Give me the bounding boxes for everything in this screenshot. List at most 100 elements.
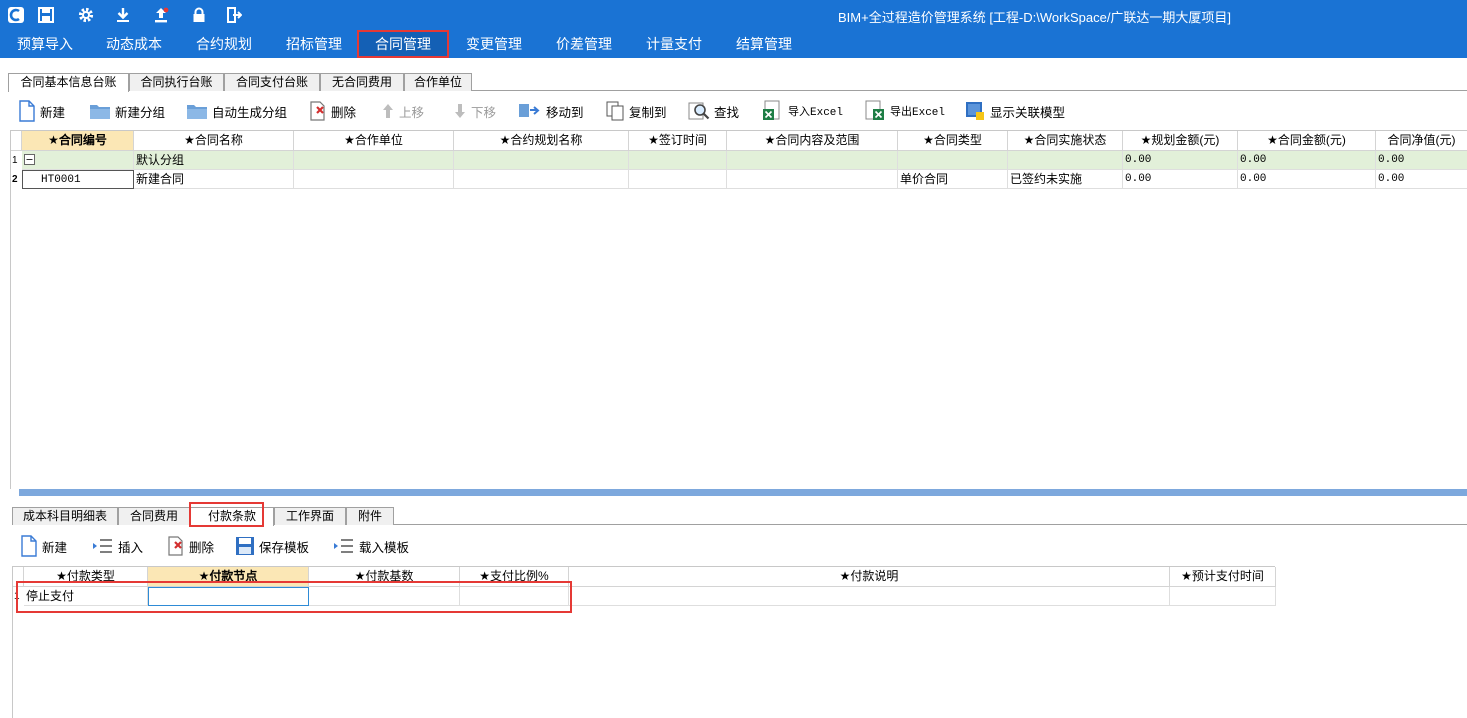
insert-term-button[interactable]: 插入: [92, 532, 143, 560]
table-cell[interactable]: [460, 587, 569, 606]
menu-contract-management[interactable]: 合同管理: [357, 30, 449, 58]
show-linked-model-button[interactable]: 显示关联模型: [964, 97, 1065, 125]
load-template-button[interactable]: 载入模板: [333, 532, 409, 560]
col-header-payment-type[interactable]: ★付款类型: [24, 567, 148, 587]
table-cell[interactable]: [569, 587, 1170, 606]
tab-partner-units[interactable]: 合作单位: [404, 73, 472, 91]
table-cell[interactable]: [294, 170, 454, 189]
menu-tender-management[interactable]: 招标管理: [286, 30, 342, 58]
table-cell[interactable]: [629, 170, 727, 189]
delete-term-button[interactable]: 删除: [167, 532, 214, 560]
menu-contract-planning[interactable]: 合约规划: [196, 30, 252, 58]
table-cell[interactable]: 已签约未实施: [1008, 170, 1123, 189]
table-cell[interactable]: [454, 170, 629, 189]
col-header-contract-plan-name[interactable]: ★合约规划名称: [454, 131, 629, 151]
table-cell[interactable]: 0.00: [1238, 151, 1376, 170]
col-header-contract-no[interactable]: ★合同编号: [22, 131, 134, 151]
tab-payment-terms[interactable]: 付款条款: [190, 507, 274, 526]
delete-button[interactable]: 删除: [309, 97, 356, 125]
new-button[interactable]: 新建: [18, 97, 65, 125]
app-window: BIM+全过程造价管理系统 [工程-D:\WorkSpace/广联达一期大厦项目…: [0, 0, 1467, 718]
new-term-button[interactable]: 新建: [20, 532, 67, 560]
col-header-contract-net-value[interactable]: 合同净值(元): [1376, 131, 1467, 151]
table-cell[interactable]: 0.00: [1123, 151, 1238, 170]
col-header-contract-amount[interactable]: ★合同金额(元): [1238, 131, 1376, 151]
main-menu-bar: 预算导入 动态成本 合约规划 招标管理 合同管理 变更管理 价差管理 计量支付 …: [0, 30, 1467, 58]
panel-splitter[interactable]: [19, 489, 1467, 496]
move-down-button[interactable]: 下移: [453, 97, 496, 125]
table-cell[interactable]: 0.00: [1123, 170, 1238, 189]
folder-icon: [90, 105, 110, 119]
table-cell[interactable]: [294, 151, 454, 170]
tab-non-contract-cost[interactable]: 无合同费用: [320, 73, 404, 91]
menu-measurement-payment[interactable]: 计量支付: [646, 30, 702, 58]
table-cell[interactable]: 0.00: [1376, 170, 1467, 189]
find-button[interactable]: 查找: [688, 97, 739, 125]
col-header-expected-payment-date[interactable]: ★预计支付时间: [1170, 567, 1276, 587]
save-icon[interactable]: [36, 5, 56, 25]
menu-dynamic-cost[interactable]: 动态成本: [106, 30, 162, 58]
gear-icon[interactable]: [76, 5, 96, 25]
move-to-button[interactable]: 移动到: [518, 97, 584, 125]
col-header-contract-name[interactable]: ★合同名称: [134, 131, 294, 151]
tab-contract-payment-ledger[interactable]: 合同支付台账: [224, 73, 320, 91]
collapse-icon[interactable]: [24, 154, 35, 165]
col-header-partner-unit[interactable]: ★合作单位: [294, 131, 454, 151]
table-cell[interactable]: [454, 151, 629, 170]
table-cell-selected[interactable]: HT0001: [22, 170, 134, 189]
table-cell[interactable]: [727, 170, 898, 189]
tab-contract-basic-ledger[interactable]: 合同基本信息台账: [8, 73, 129, 92]
menu-change-management[interactable]: 变更管理: [466, 30, 522, 58]
move-up-icon: [383, 104, 393, 118]
tab-cost-subject-detail[interactable]: 成本科目明细表: [12, 507, 118, 525]
exit-icon[interactable]: [224, 5, 244, 25]
col-header-contract-scope[interactable]: ★合同内容及范围: [727, 131, 898, 151]
table-cell[interactable]: [22, 151, 134, 170]
import-excel-button[interactable]: 导入Excel: [762, 97, 843, 125]
move-up-button[interactable]: 上移: [381, 97, 424, 125]
auto-generate-group-button[interactable]: 自动生成分组: [186, 97, 287, 125]
folder-icon: [187, 105, 207, 119]
download-icon[interactable]: [113, 5, 133, 25]
tab-work-interface[interactable]: 工作界面: [274, 507, 346, 525]
save-template-button[interactable]: 保存模板: [235, 532, 309, 560]
upload-icon[interactable]: [151, 5, 171, 25]
menu-price-difference[interactable]: 价差管理: [556, 30, 612, 58]
menu-budget-import[interactable]: 预算导入: [17, 30, 73, 58]
table-cell[interactable]: [629, 151, 727, 170]
col-header-sign-date[interactable]: ★签订时间: [629, 131, 727, 151]
app-logo-icon[interactable]: [6, 5, 26, 25]
col-header-payment-node[interactable]: ★付款节点: [148, 567, 309, 587]
export-excel-button[interactable]: 导出Excel: [864, 97, 945, 125]
table-cell[interactable]: 0.00: [1376, 151, 1467, 170]
col-header-planned-amount[interactable]: ★规划金额(元): [1123, 131, 1238, 151]
col-header-payment-base[interactable]: ★付款基数: [309, 567, 460, 587]
col-header-payment-ratio[interactable]: ★支付比例%: [460, 567, 569, 587]
contract-table: ★合同编号 ★合同名称 ★合作单位 ★合约规划名称 ★签订时间 ★合同内容及范围…: [10, 130, 1467, 489]
move-down-icon: [455, 104, 465, 118]
table-cell[interactable]: 停止支付: [24, 587, 148, 606]
tab-contract-execution-ledger[interactable]: 合同执行台账: [129, 73, 224, 91]
menu-settlement-management[interactable]: 结算管理: [736, 30, 792, 58]
delete-icon: [168, 536, 183, 556]
window-title: BIM+全过程造价管理系统 [工程-D:\WorkSpace/广联达一期大厦项目…: [838, 10, 1232, 25]
table-cell[interactable]: [727, 151, 898, 170]
table-cell[interactable]: [309, 587, 460, 606]
col-header-contract-type[interactable]: ★合同类型: [898, 131, 1008, 151]
table-cell-selected[interactable]: [148, 587, 309, 606]
table-cell[interactable]: [898, 151, 1008, 170]
new-group-button[interactable]: 新建分组: [89, 97, 165, 125]
table-cell[interactable]: [1008, 151, 1123, 170]
col-header-payment-description[interactable]: ★付款说明: [569, 567, 1170, 587]
table-cell[interactable]: 默认分组: [134, 151, 294, 170]
table-cell[interactable]: 新建合同: [134, 170, 294, 189]
tab-contract-cost[interactable]: 合同费用: [118, 507, 190, 525]
copy-to-button[interactable]: 复制到: [605, 97, 667, 125]
table-cell[interactable]: [1170, 587, 1276, 606]
bottom-tab-strip: 成本科目明细表 合同费用 付款条款 工作界面 附件: [12, 507, 1467, 526]
table-cell[interactable]: 0.00: [1238, 170, 1376, 189]
tab-attachments[interactable]: 附件: [346, 507, 394, 525]
lock-icon[interactable]: [189, 5, 209, 25]
table-cell[interactable]: 单价合同: [898, 170, 1008, 189]
col-header-contract-status[interactable]: ★合同实施状态: [1008, 131, 1123, 151]
